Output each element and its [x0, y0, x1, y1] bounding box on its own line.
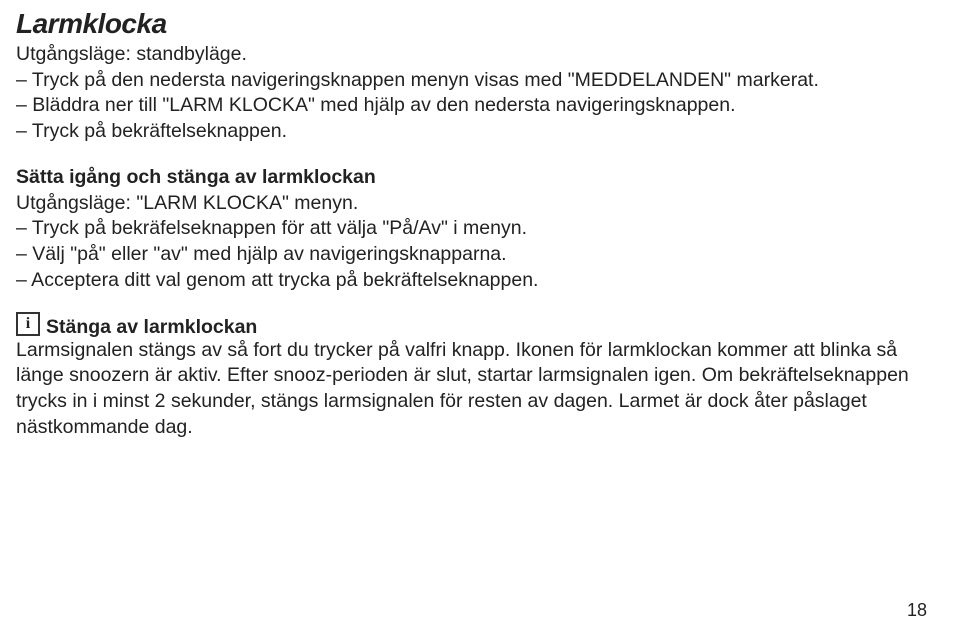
- info-icon: i: [16, 312, 40, 336]
- intro-line: – Tryck på den nedersta navigeringsknapp…: [16, 68, 927, 94]
- intro-line: – Tryck på bekräftelseknappen.: [16, 119, 927, 145]
- section1-line: – Acceptera ditt val genom att trycka på…: [16, 268, 927, 294]
- subheading-start-stop: Sätta igång och stänga av larmklockan: [16, 165, 927, 191]
- page-number: 18: [907, 600, 927, 621]
- intro-block: Utgångsläge: standbyläge. – Tryck på den…: [16, 42, 927, 145]
- intro-line: – Bläddra ner till "LARM KLOCKA" med hjä…: [16, 93, 927, 119]
- section1-line: – Välj "på" eller "av" med hjälp av navi…: [16, 242, 927, 268]
- info-body: Larmsignalen stängs av så fort du trycke…: [16, 338, 927, 441]
- info-heading-row: i Stänga av larmklockan: [16, 314, 927, 338]
- section1-line: – Tryck på bekräfelseknappen för att väl…: [16, 216, 927, 242]
- intro-line: Utgångsläge: standbyläge.: [16, 42, 927, 68]
- section1-block: Utgångsläge: "LARM KLOCKA" menyn. – Tryc…: [16, 191, 927, 294]
- info-heading: Stänga av larmklockan: [46, 318, 257, 338]
- section1-line: Utgångsläge: "LARM KLOCKA" menyn.: [16, 191, 927, 217]
- section-title: Larmklocka: [16, 8, 927, 40]
